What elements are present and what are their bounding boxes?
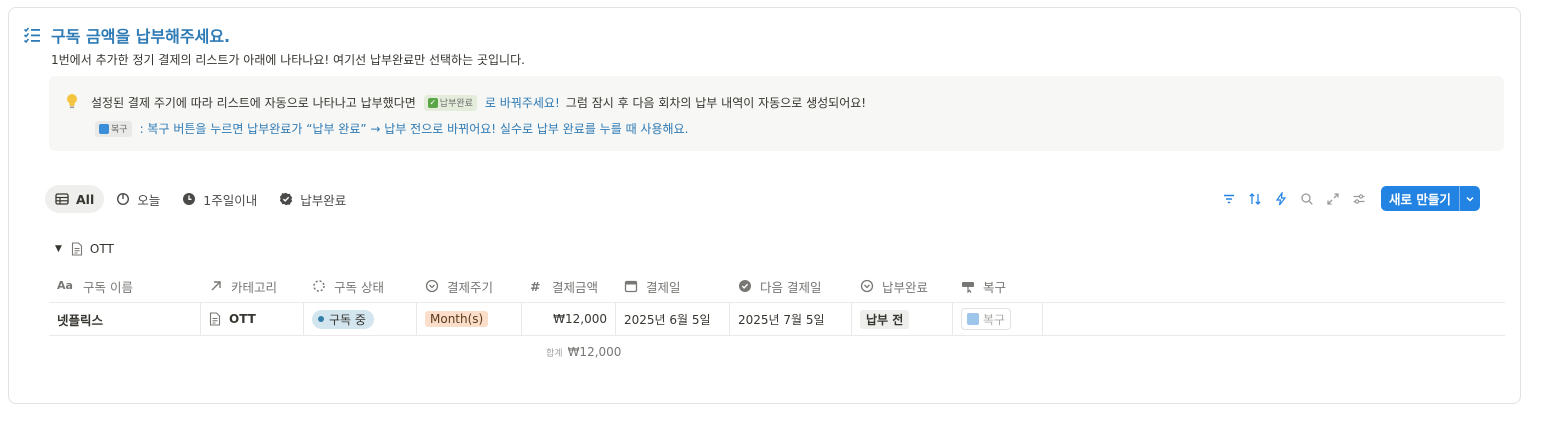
group-header[interactable]: ▼ OTT bbox=[55, 242, 114, 256]
tab-today[interactable]: 오늘 bbox=[106, 185, 170, 213]
col-cycle-label: 결제주기 bbox=[447, 279, 494, 295]
status-label: 구독 중 bbox=[329, 312, 366, 327]
tab-today-label: 오늘 bbox=[137, 192, 161, 208]
sum-value: ₩12,000 bbox=[567, 345, 622, 359]
tab-week[interactable]: 1주일이내 bbox=[172, 185, 267, 213]
search-icon[interactable] bbox=[1299, 191, 1315, 207]
view-tabs: All 오늘 1주일이내 납부완료 bbox=[45, 185, 358, 213]
col-amount[interactable]: # 결제금액 bbox=[522, 270, 616, 302]
tab-all[interactable]: All bbox=[45, 185, 105, 213]
settings-icon[interactable] bbox=[1351, 191, 1367, 207]
col-category-label: 카테고리 bbox=[231, 279, 278, 295]
toolbar: 새로 만들기 bbox=[1221, 186, 1480, 211]
restore-tag-inline: 복구 bbox=[95, 120, 132, 137]
col-category[interactable]: 카테고리 bbox=[201, 270, 304, 302]
table-header: Aa 구독 이름 카테고리 구독 상태 결제주기 # 결제금액 결제일 다음 결… bbox=[49, 270, 1505, 303]
status-icon bbox=[313, 280, 325, 292]
col-status[interactable]: 구독 상태 bbox=[304, 270, 417, 302]
cell-empty bbox=[1043, 303, 1505, 335]
table-row[interactable]: 넷플릭스 OTT 구독 중 Month(s) ₩12,000 2025년 6월 … bbox=[49, 303, 1505, 336]
new-button-label: 새로 만들기 bbox=[1389, 192, 1451, 207]
cell-cycle[interactable]: Month(s) bbox=[417, 303, 522, 335]
cell-amount[interactable]: ₩12,000 bbox=[522, 303, 616, 335]
col-next-date[interactable]: 다음 결제일 bbox=[730, 270, 852, 302]
lightbulb-icon bbox=[67, 94, 77, 109]
status-badge: 구독 중 bbox=[312, 309, 374, 329]
restore-icon bbox=[967, 313, 979, 325]
col-amount-label: 결제금액 bbox=[552, 279, 599, 295]
cell-status[interactable]: 구독 중 bbox=[304, 303, 417, 335]
cell-next-date[interactable]: 2025년 7월 5일 bbox=[730, 303, 852, 335]
page-icon bbox=[71, 242, 82, 256]
check-badge-icon bbox=[280, 192, 293, 206]
cell-pay-date[interactable]: 2025년 6월 5일 bbox=[616, 303, 730, 335]
col-pay-date-label: 결제일 bbox=[646, 279, 681, 295]
col-cycle[interactable]: 결제주기 bbox=[417, 270, 522, 302]
col-paid-label: 납부완료 bbox=[882, 279, 929, 295]
callout-line-2: 복구 : 복구 버튼을 누르면 납부완료가 “납부 완료” → 납부 전으로 바… bbox=[95, 120, 688, 137]
col-status-label: 구독 상태 bbox=[334, 279, 384, 295]
paid-tag-inline: ✓ 납부완료 bbox=[423, 94, 477, 111]
page-description: 1번에서 추가한 정기 결제의 리스트가 아래에 나타나요! 여기선 납부완료만… bbox=[51, 53, 525, 67]
cell-paid[interactable]: 납부 전 bbox=[852, 303, 953, 335]
amount-sum[interactable]: 합계 ₩12,000 bbox=[546, 345, 621, 359]
category-link[interactable]: OTT bbox=[229, 312, 256, 326]
paid-tag: 납부 전 bbox=[860, 309, 910, 329]
toggle-icon[interactable]: ▼ bbox=[55, 244, 62, 254]
status-dot bbox=[318, 316, 324, 322]
restore-button-label: 복구 bbox=[983, 312, 1006, 327]
check-icon: ✓ bbox=[427, 97, 438, 108]
title-row: 구독 금액을 납부해주세요. bbox=[23, 23, 230, 47]
callout-line-1: 설정된 결제 주기에 따라 리스트에 자동으로 나타나고 납부했다면 ✓ 납부완… bbox=[91, 94, 866, 111]
page-icon bbox=[209, 312, 221, 326]
database-card: 구독 금액을 납부해주세요. 1번에서 추가한 정기 결제의 리스트가 아래에 … bbox=[8, 7, 1521, 404]
filter-icon[interactable] bbox=[1221, 191, 1237, 207]
cell-restore: 복구 bbox=[953, 303, 1043, 335]
restore-button[interactable]: 복구 bbox=[961, 308, 1012, 330]
col-name[interactable]: Aa 구독 이름 bbox=[49, 270, 201, 302]
chevron-down-icon[interactable] bbox=[1458, 186, 1480, 211]
checklist-icon bbox=[23, 27, 40, 44]
calendar-icon bbox=[624, 280, 638, 293]
col-restore[interactable]: 복구 bbox=[953, 270, 1043, 302]
col-paid[interactable]: 납부완료 bbox=[852, 270, 953, 302]
tab-paid-label: 납부완료 bbox=[300, 192, 347, 208]
clock-icon bbox=[183, 193, 196, 205]
callout-text-1: 설정된 결제 주기에 따라 리스트에 자동으로 나타나고 납부했다면 bbox=[91, 96, 416, 110]
number-icon: # bbox=[530, 279, 541, 294]
col-pay-date[interactable]: 결제일 bbox=[616, 270, 730, 302]
callout-text-3: : 복구 버튼을 누르면 납부완료가 “납부 완료” → 납부 전으로 바뀌어요… bbox=[139, 122, 689, 136]
text-type-icon: Aa bbox=[57, 279, 73, 292]
data-table: Aa 구독 이름 카테고리 구독 상태 결제주기 # 결제금액 결제일 다음 결… bbox=[49, 270, 1505, 336]
new-button[interactable]: 새로 만들기 bbox=[1381, 186, 1480, 211]
select-icon bbox=[425, 279, 439, 293]
relation-arrow-icon bbox=[211, 281, 221, 291]
tab-paid[interactable]: 납부완료 bbox=[269, 185, 356, 213]
callout-text-2: 그럼 잠시 후 다음 회차의 납부 내역이 자동으로 생성되어요! bbox=[565, 96, 867, 110]
pie-icon bbox=[117, 192, 130, 206]
button-cursor-icon bbox=[962, 282, 974, 293]
select-icon bbox=[860, 279, 874, 293]
col-next-date-label: 다음 결제일 bbox=[760, 279, 822, 295]
cell-name[interactable]: 넷플릭스 bbox=[49, 303, 201, 335]
callout-link: 로 바꿔주세요! bbox=[484, 96, 560, 110]
col-name-label: 구독 이름 bbox=[83, 279, 133, 295]
callout: 설정된 결제 주기에 따라 리스트에 자동으로 나타나고 납부했다면 ✓ 납부완… bbox=[49, 76, 1504, 151]
restore-icon bbox=[99, 123, 109, 134]
formula-badge-icon bbox=[739, 280, 751, 292]
sum-label: 합계 bbox=[546, 348, 563, 359]
col-restore-label: 복구 bbox=[983, 279, 1007, 295]
sort-icon[interactable] bbox=[1247, 191, 1263, 207]
cell-category[interactable]: OTT bbox=[201, 303, 304, 335]
tab-week-label: 1주일이내 bbox=[203, 192, 258, 208]
cycle-tag: Month(s) bbox=[425, 311, 489, 327]
group-name: OTT bbox=[89, 242, 114, 256]
lightning-icon[interactable] bbox=[1273, 191, 1289, 207]
tab-all-label: All bbox=[76, 191, 95, 207]
page-title: 구독 금액을 납부해주세요. bbox=[51, 27, 231, 46]
expand-icon[interactable] bbox=[1325, 191, 1341, 207]
table-icon bbox=[55, 193, 69, 205]
restore-tag-label: 복구 bbox=[111, 125, 128, 135]
paid-tag-label: 납부완료 bbox=[439, 99, 473, 109]
